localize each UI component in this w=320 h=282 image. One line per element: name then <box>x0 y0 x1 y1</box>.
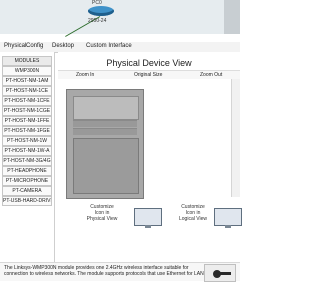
customize-logical-label[interactable]: Customize Icon in Logical View <box>170 204 216 222</box>
module-description: The Linksys-WMP300N module provides one … <box>0 262 240 282</box>
module-item[interactable]: PT-HOST-NM-1FGE <box>2 126 52 136</box>
module-item[interactable]: WMP300N <box>2 66 52 76</box>
node-label: 2950-24 <box>88 18 107 24</box>
page-title: Physical Device View <box>106 58 192 68</box>
tab-desktop[interactable]: Desktop <box>52 43 74 49</box>
tab-custom-interface[interactable]: Custom Interface <box>86 43 132 49</box>
router-icon[interactable] <box>88 6 114 16</box>
customize-physical-label[interactable]: Customize Icon in Physical View <box>78 204 126 222</box>
module-antenna-icon <box>219 272 231 275</box>
module-item[interactable]: PT-HOST-NM-1CE <box>2 86 52 96</box>
module-item[interactable]: PT-CAMERA <box>2 186 52 196</box>
module-image <box>204 264 236 282</box>
physical-view-panel: Physical Device View Zoom In Original Si… <box>58 52 242 262</box>
pc-drive-bay <box>73 96 139 120</box>
module-item[interactable]: PT-HOST-NM-1CFE <box>2 96 52 106</box>
topology-background <box>0 0 240 34</box>
pc-slot <box>73 128 137 135</box>
module-item[interactable]: PT-HOST-NM-1CGE <box>2 106 52 116</box>
pc-front-panel <box>73 138 139 194</box>
modules-panel: MODULES WMP300N PT-HOST-NM-1AM PT-HOST-N… <box>0 52 55 262</box>
monitor-icon <box>134 208 162 228</box>
vertical-scrollbar[interactable] <box>231 79 240 197</box>
module-item[interactable]: PT-USB-HARD-DRIVE <box>2 196 52 206</box>
zoom-out-button[interactable]: Zoom Out <box>200 71 222 79</box>
module-item[interactable]: PT-HEADPHONE <box>2 166 52 176</box>
tab-physical[interactable]: Physical <box>4 43 26 49</box>
zoom-in-button[interactable]: Zoom In <box>76 71 94 79</box>
device-viewport[interactable] <box>58 79 240 199</box>
window-side <box>224 0 240 34</box>
original-size-button[interactable]: Original Size <box>134 71 162 79</box>
tab-config[interactable]: Config <box>26 43 43 49</box>
module-item[interactable]: PT-HOST-NM-1W <box>2 136 52 146</box>
module-item[interactable]: PT-MICROPHONE <box>2 176 52 186</box>
pc-slot <box>73 120 137 127</box>
pc-tower-image <box>66 89 144 199</box>
customize-area: Customize Icon in Physical View Customize I… <box>58 202 242 242</box>
module-description-text: The Linksys-WMP300N module provides one … <box>4 265 204 277</box>
module-item[interactable]: PT-HOST-NM-1W-A <box>2 146 52 156</box>
module-item[interactable]: PT-HOST-NM-1FFE <box>2 116 52 126</box>
module-item[interactable]: PT-HOST-NM-3G/4G <box>2 156 52 166</box>
modules-header: MODULES <box>2 56 52 66</box>
module-item[interactable]: PT-HOST-NM-1AM <box>2 76 52 86</box>
monitor-icon <box>214 208 242 228</box>
